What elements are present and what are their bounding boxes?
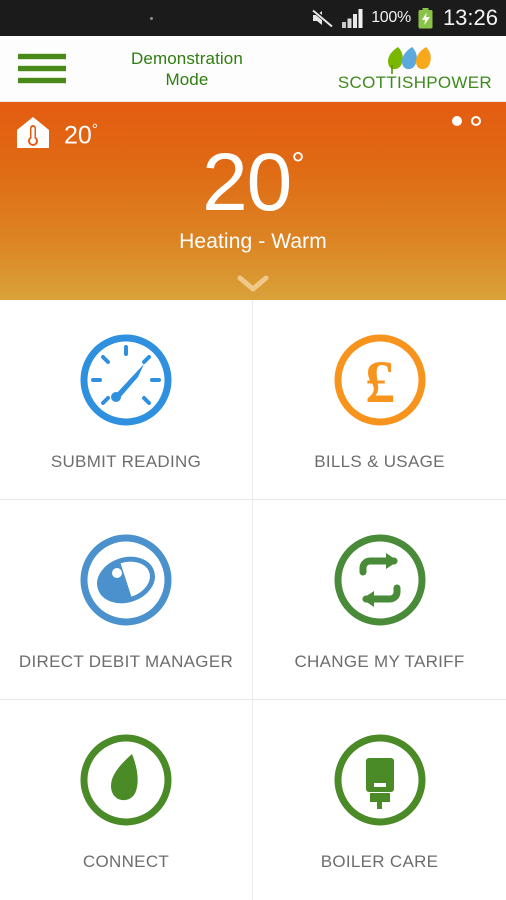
pound-sterling-icon: £ [328,328,432,432]
page-dot-active[interactable] [452,116,462,126]
app-root: 100% 13:26 Demonstration Mode SCOTTISHPO… [0,0,506,900]
logo-leaves-icon [387,46,431,74]
expand-chevron[interactable] [0,274,506,294]
leaf-drop-icon [74,728,178,832]
tile-submit-reading[interactable]: SUBMIT READING [0,300,253,500]
page-title-line2: Mode [165,69,209,89]
app-header: Demonstration Mode SCOTTISHPOWER [0,36,506,102]
swap-arrows-icon [328,528,432,632]
volume-mute-icon [311,8,335,28]
svg-text:£: £ [365,349,395,415]
tile-label: SUBMIT READING [50,451,202,471]
signal-bars-icon [342,8,364,28]
boiler-icon [328,728,432,832]
status-bar: 100% 13:26 [0,0,506,36]
tile-direct-debit-manager[interactable]: DIRECT DEBIT MANAGER [0,500,253,700]
page-title: Demonstration Mode [36,48,338,90]
shortcut-grid: SUBMIT READING £ BILLS & USAGE DIRECT DE… [0,300,506,900]
chevron-down-icon [237,275,269,292]
direct-debit-icon [74,528,178,632]
current-temperature-value: 20° [202,137,305,228]
tile-bills-usage[interactable]: £ BILLS & USAGE [253,300,506,500]
battery-charging-icon [418,7,433,29]
battery-percent-label: 100% [371,9,411,26]
scottishpower-logo: SCOTTISHPOWER [338,45,492,93]
tile-label: BILLS & USAGE [314,451,445,471]
heating-status-label: Heating - Warm [179,230,327,253]
page-title-line1: Demonstration [131,48,243,68]
tile-label: BOILER CARE [320,852,439,871]
current-temperature-block: 20° Heating - Warm [0,140,506,254]
status-bar-clock: 13:26 [442,5,498,30]
notification-dot-icon [150,16,153,20]
meter-gauge-icon [74,328,178,432]
thermostat-hero-panel[interactable]: 20° 20° Heating - Warm [0,102,506,300]
tile-boiler-care[interactable]: BOILER CARE [253,700,506,900]
brand-name: SCOTTISHPOWER [337,72,492,92]
tile-label: CONNECT [82,852,170,871]
page-indicator[interactable] [452,116,481,126]
tile-label: CHANGE MY TARIFF [294,651,465,671]
page-dot-inactive[interactable] [471,116,481,126]
tile-label: DIRECT DEBIT MANAGER [18,651,234,671]
status-bar-right: 100% 13:26 [311,5,498,31]
tile-change-my-tariff[interactable]: CHANGE MY TARIFF [253,500,506,700]
status-bar-left [10,16,311,20]
tile-connect[interactable]: CONNECT [0,700,253,900]
